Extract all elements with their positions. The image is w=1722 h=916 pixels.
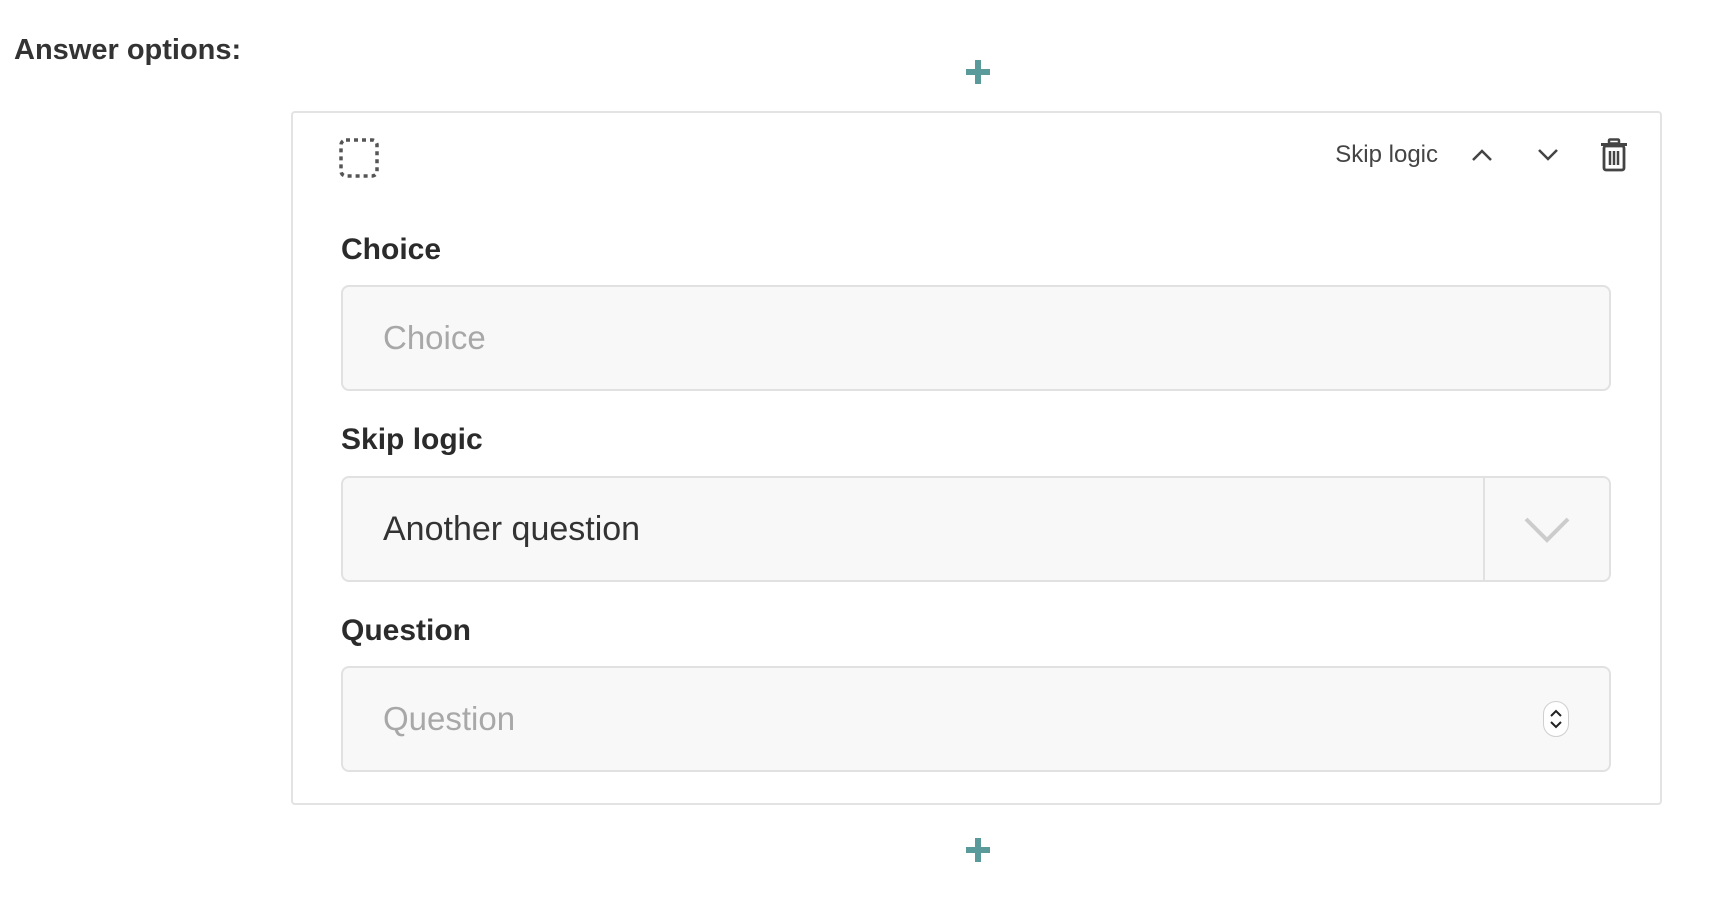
question-label: Question (341, 614, 472, 647)
add-option-above-button[interactable] (956, 50, 1000, 94)
skip-logic-link[interactable]: Skip logic (1335, 141, 1438, 169)
skip-logic-label: Skip logic (341, 423, 483, 456)
skip-logic-dropdown-toggle[interactable] (1485, 478, 1609, 580)
skip-logic-selected-value: Another question (383, 509, 641, 548)
plus-icon (966, 838, 990, 862)
drag-handle[interactable] (339, 138, 379, 178)
move-down-button[interactable] (1526, 133, 1570, 177)
add-option-below-button[interactable] (956, 828, 1000, 872)
question-field-wrapper (341, 666, 1611, 772)
choice-field-wrapper (341, 285, 1611, 391)
card-actions: Skip logic (1335, 133, 1636, 177)
skip-logic-select[interactable]: Another question (341, 476, 1611, 582)
drag-handle-icon (339, 138, 379, 178)
spinner-up-icon (1550, 709, 1562, 717)
plus-icon (966, 60, 990, 84)
answer-options-heading: Answer options: (14, 34, 242, 66)
answer-option-card: Skip logic Choice Skip logic (291, 111, 1662, 805)
spinner-down-icon (1550, 721, 1562, 729)
chevron-down-icon (1538, 149, 1558, 161)
question-number-spinner[interactable] (1543, 701, 1569, 737)
move-up-button[interactable] (1460, 133, 1504, 177)
chevron-down-icon (1524, 517, 1570, 543)
question-input[interactable] (343, 668, 1609, 770)
chevron-up-icon (1472, 149, 1492, 161)
choice-label: Choice (341, 233, 442, 266)
delete-option-button[interactable] (1592, 133, 1636, 177)
choice-input[interactable] (343, 287, 1609, 389)
trash-icon (1601, 138, 1627, 172)
